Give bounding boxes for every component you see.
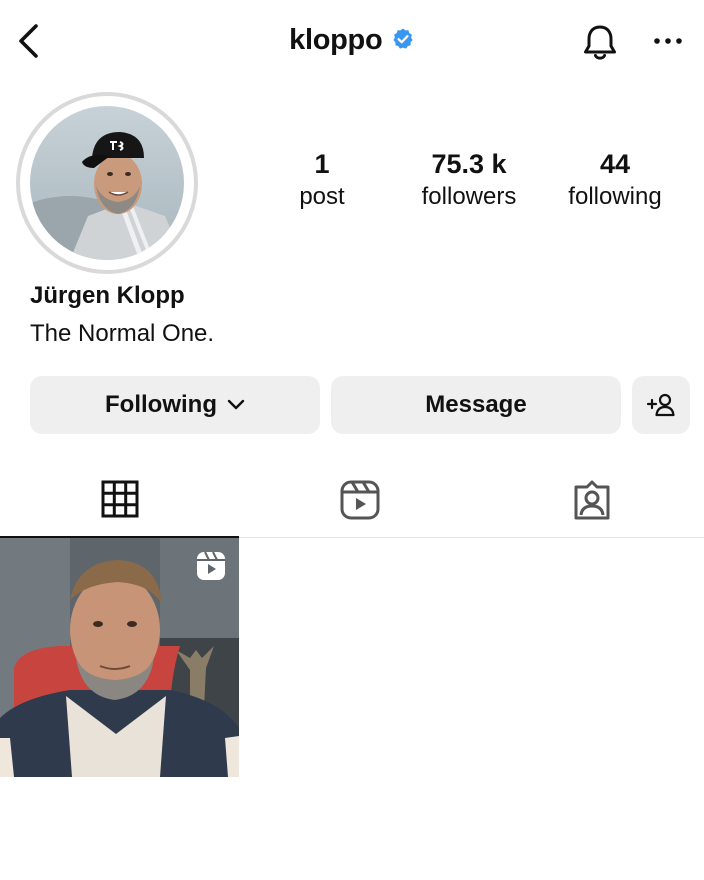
message-button-label: Message	[425, 391, 527, 418]
following-button-label: Following	[105, 391, 217, 418]
tagged-person-icon	[574, 480, 610, 520]
reels-icon	[340, 480, 380, 520]
top-bar: kloppo	[0, 0, 704, 84]
notifications-button[interactable]	[580, 22, 620, 64]
following-button[interactable]: Following	[30, 376, 320, 434]
following-count: 44	[599, 149, 631, 179]
more-options-button[interactable]	[648, 26, 688, 56]
verified-badge-icon	[393, 28, 413, 49]
tab-reels[interactable]	[240, 462, 480, 538]
followers-label: followers	[421, 183, 517, 210]
tab-posts-grid[interactable]	[0, 462, 239, 538]
tab-tagged[interactable]	[480, 462, 704, 538]
add-person-icon	[646, 393, 675, 417]
username-title: kloppo	[289, 24, 383, 56]
bio-text: The Normal One.	[30, 320, 215, 347]
avatar-image	[30, 106, 184, 260]
post-thumbnail[interactable]	[0, 538, 239, 777]
chevron-down-icon	[227, 399, 245, 410]
full-name: Jürgen Klopp	[30, 282, 185, 309]
message-button[interactable]: Message	[331, 376, 621, 434]
avatar	[30, 106, 184, 260]
bell-icon	[584, 25, 616, 60]
add-user-button[interactable]	[632, 376, 690, 434]
posts-count: 1	[314, 149, 330, 179]
followers-count: 75.3 k	[431, 149, 507, 179]
following-label: following	[568, 183, 662, 210]
profile-tabs	[0, 462, 704, 538]
grid-icon	[101, 480, 138, 518]
stat-posts[interactable]: 1 post	[282, 148, 362, 214]
avatar-ring[interactable]	[16, 92, 198, 274]
reel-badge-icon	[197, 551, 225, 580]
posts-label: post	[299, 183, 345, 210]
stat-following[interactable]: 44 following	[550, 148, 680, 214]
stat-followers[interactable]: 75.3 k followers	[402, 148, 536, 214]
more-horizontal-icon	[654, 38, 682, 44]
